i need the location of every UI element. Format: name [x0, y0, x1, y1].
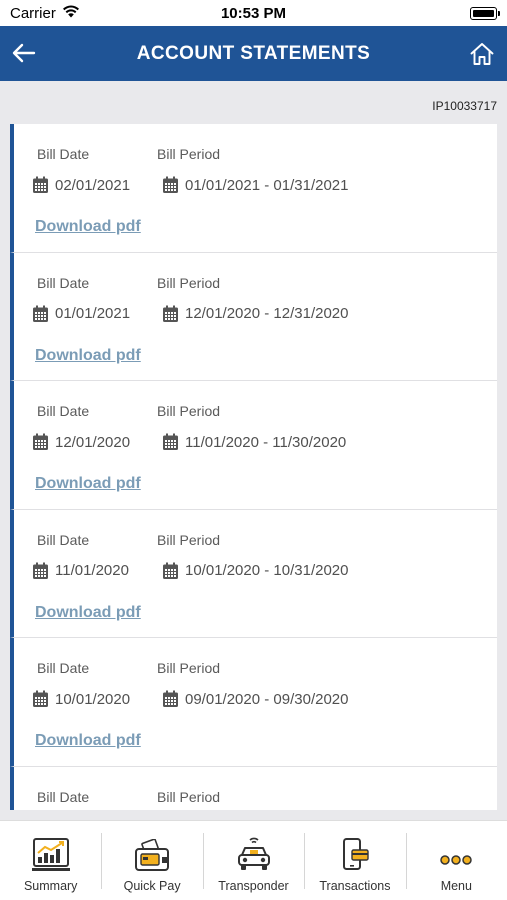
home-icon [470, 43, 494, 65]
calendar-icon [33, 562, 48, 579]
page-title: ACCOUNT STATEMENTS [136, 43, 371, 64]
bill-date-text: 12/01/2020 [55, 433, 131, 451]
bill-date-label: Bill Date [37, 660, 90, 676]
statement-card: Bill Date Bill Period 02/01/2021 01/01/2… [10, 124, 497, 253]
calendar-icon [163, 305, 178, 322]
bill-period-label: Bill Period [157, 274, 221, 291]
chart-icon [31, 838, 70, 871]
battery-icon [470, 7, 500, 20]
bill-date-value: 10/01/2020 [32, 690, 130, 708]
download-pdf-link[interactable]: Download pdf [35, 475, 141, 493]
statement-card: Bill Date Bill Period 10/01/2020 09/01/2… [10, 638, 497, 767]
wallet-icon [135, 839, 170, 871]
clock: 10:53 PM [220, 5, 287, 22]
calendar-icon [33, 690, 48, 707]
calendar-icon [33, 433, 48, 450]
bill-period-value: 12/01/2020 - 12/31/2020 [162, 305, 348, 323]
bill-period-label: Bill Period [157, 146, 221, 162]
back-button[interactable] [8, 36, 40, 70]
statement-card: Bill Date Bill Period 12/01/2020 11/01/2… [10, 381, 497, 510]
bill-date-label: Bill Date [37, 274, 90, 291]
calendar-icon [33, 305, 48, 322]
phone-card-icon [342, 838, 369, 870]
bill-period-text: 01/01/2021 - 01/31/2021 [185, 176, 349, 194]
bill-date-label: Bill Date [37, 146, 90, 162]
bill-period-text: 09/01/2020 - 09/30/2020 [185, 690, 349, 708]
download-pdf-link[interactable]: Download pdf [35, 732, 141, 750]
calendar-icon [163, 690, 178, 707]
statement-list[interactable]: Bill Date Bill Period 02/01/2021 01/01/2… [10, 124, 497, 810]
bill-date-value: 11/01/2020 [32, 562, 129, 580]
statement-card: Bill Date Bill Period [10, 766, 497, 810]
bill-date-label: Bill Date [37, 788, 90, 805]
bill-date-label: Bill Date [37, 403, 90, 419]
bill-period-text: 12/01/2020 - 12/31/2020 [185, 305, 349, 322]
arrow-left-icon [12, 43, 36, 63]
bill-period-value: 11/01/2020 - 11/30/2020 [162, 433, 346, 451]
bill-date-text: 02/01/2021 [55, 176, 131, 194]
calendar-icon [33, 176, 48, 193]
bill-date-text: 01/01/2021 [55, 305, 131, 322]
status-bar: Carrier 10:53 PM [0, 0, 507, 26]
more-dots-icon [440, 855, 473, 865]
home-button[interactable] [467, 39, 497, 69]
calendar-icon [163, 176, 178, 193]
app-header: ACCOUNT STATEMENTS [0, 26, 507, 81]
bill-period-value: 09/01/2020 - 09/30/2020 [162, 690, 348, 708]
bill-date-text: 10/01/2020 [55, 690, 131, 708]
statement-card: Bill Date Bill Period 11/01/2020 10/01/2… [10, 509, 497, 638]
tab-menu[interactable]: Menu [405, 821, 507, 900]
bill-period-value: 10/01/2020 - 10/31/2020 [162, 562, 348, 580]
statement-card: Bill Date Bill Period 01/01/2021 12/01/2… [10, 252, 497, 381]
bill-period-text: 10/01/2020 - 10/31/2020 [185, 562, 349, 579]
bill-period-value: 01/01/2021 - 01/31/2021 [162, 176, 348, 194]
bottom-tab-bar: Summary Quick Pay Transponder Transactio… [0, 820, 507, 900]
download-pdf-link[interactable]: Download pdf [35, 347, 141, 365]
bill-period-label: Bill Period [157, 403, 221, 419]
car-transponder-icon [237, 837, 270, 870]
tab-label: Menu [440, 879, 472, 893]
bill-period-label: Bill Period [157, 531, 221, 548]
tab-transactions[interactable]: Transactions [304, 821, 405, 900]
bill-date-text: 11/01/2020 [55, 562, 129, 579]
bill-period-text: 11/01/2020 - 11/30/2020 [185, 433, 347, 451]
bill-date-label: Bill Date [37, 531, 90, 548]
calendar-icon [163, 562, 178, 579]
tab-label: Transactions [319, 879, 391, 893]
tab-label: Quick Pay [123, 879, 181, 893]
calendar-icon [163, 433, 178, 450]
bill-date-value: 01/01/2021 [32, 305, 130, 323]
tab-quick-pay[interactable]: Quick Pay [101, 821, 202, 900]
bill-period-label: Bill Period [157, 788, 221, 805]
download-pdf-link[interactable]: Download pdf [35, 604, 141, 622]
tab-label: Summary [23, 879, 78, 893]
tab-transponder[interactable]: Transponder [202, 821, 304, 900]
tab-summary[interactable]: Summary [0, 821, 101, 900]
bill-period-label: Bill Period [157, 660, 221, 676]
account-id: IP10033717 [432, 99, 497, 113]
bill-date-value: 12/01/2020 [32, 433, 130, 451]
download-pdf-link[interactable]: Download pdf [35, 218, 141, 236]
bill-date-value: 02/01/2021 [32, 176, 130, 194]
tab-label: Transponder [218, 879, 289, 893]
